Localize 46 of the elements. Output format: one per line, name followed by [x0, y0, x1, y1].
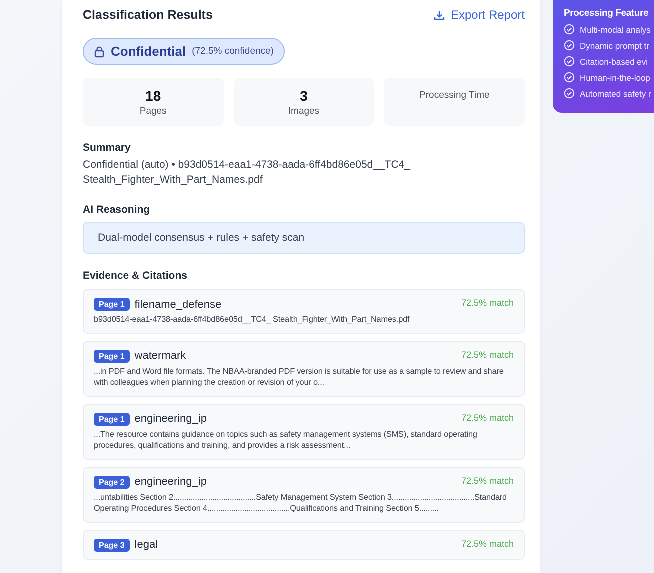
- match-score: 72.5% match: [461, 538, 514, 548]
- evidence-category: engineering_ip: [134, 413, 207, 425]
- confidence-text: (72.5% confidence): [192, 46, 274, 57]
- evidence-category: engineering_ip: [134, 476, 207, 488]
- stat-label: Pages: [140, 106, 167, 117]
- summary-text: Confidential (auto) • b93d0514-eaa1-4738-aada-6ff4bd86e05d__TC4_ Stealth_Fighter_With_Part_Names.pdf: [83, 158, 412, 188]
- stat-label: Processing Time: [420, 90, 490, 101]
- feature-item: Automated safety r: [580, 88, 652, 98]
- page-badge: Page 2: [94, 476, 130, 488]
- stat-label: Images: [288, 106, 320, 117]
- page-badge: Page 3: [94, 538, 130, 552]
- feature-item: Dynamic prompt tr: [580, 40, 650, 50]
- evidence-excerpt: ...untabilities Section 2......................................Safety Management System Section 3......................................Standard Operating Procedures Section 4......................................Qualifications and Training Section 5.........: [94, 492, 508, 514]
- check-circle-icon: [564, 88, 575, 99]
- feature-item: Citation-based evi: [580, 56, 648, 66]
- check-circle-icon: [564, 40, 575, 51]
- section-heading: Evidence & Citations: [83, 270, 188, 282]
- check-circle-icon: [564, 56, 575, 67]
- page-badge: Page 1: [94, 412, 130, 426]
- evidence-excerpt: ...The resource contains guidance on topics such as safety management systems (SMS), standard operating procedures, qualifications and training, and provides a risk assessment...: [94, 428, 478, 452]
- page-badge: Page 1: [94, 298, 130, 311]
- match-score: 72.5% match: [461, 412, 514, 422]
- evidence-category: legal: [134, 539, 158, 551]
- stat-value: 3: [300, 88, 308, 104]
- section-heading: Summary: [83, 142, 132, 154]
- match-score: 72.5% match: [461, 350, 514, 360]
- evidence-excerpt: ...in PDF and Word file formats. The NBAA-branded PDF version is suitable for use as a sample to review and share with colleagues when planning the creation or revision of your o...: [94, 366, 505, 388]
- check-circle-icon: [564, 72, 575, 83]
- download-icon: [434, 10, 445, 20]
- evidence-category: watermark: [134, 350, 186, 362]
- section-heading: AI Reasoning: [83, 204, 152, 216]
- features-title: Processing Feature: [564, 8, 650, 19]
- lock-icon: [94, 46, 105, 58]
- evidence-category: filename_defense: [134, 298, 222, 310]
- evidence-excerpt: b93d0514-eaa1-4738-aada-6ff4bd86e05d__TC4_ Stealth_Fighter_With_Part_Names.pdf: [94, 314, 411, 326]
- classification-label: Confidential: [111, 44, 186, 59]
- reasoning-text: Dual-model consensus + rules + safety scan: [83, 222, 525, 254]
- page-badge: Page 1: [94, 350, 130, 362]
- match-score: 72.5% match: [461, 476, 514, 486]
- panel-title: Classification Results: [83, 8, 213, 22]
- export-report-button[interactable]: Export Report: [434, 8, 525, 22]
- check-circle-icon: [564, 24, 575, 35]
- feature-item: Multi-modal analys: [580, 24, 651, 34]
- match-score: 72.5% match: [461, 298, 514, 308]
- stat-value: 18: [146, 88, 162, 104]
- feature-item: Human-in-the-loop: [580, 72, 650, 82]
